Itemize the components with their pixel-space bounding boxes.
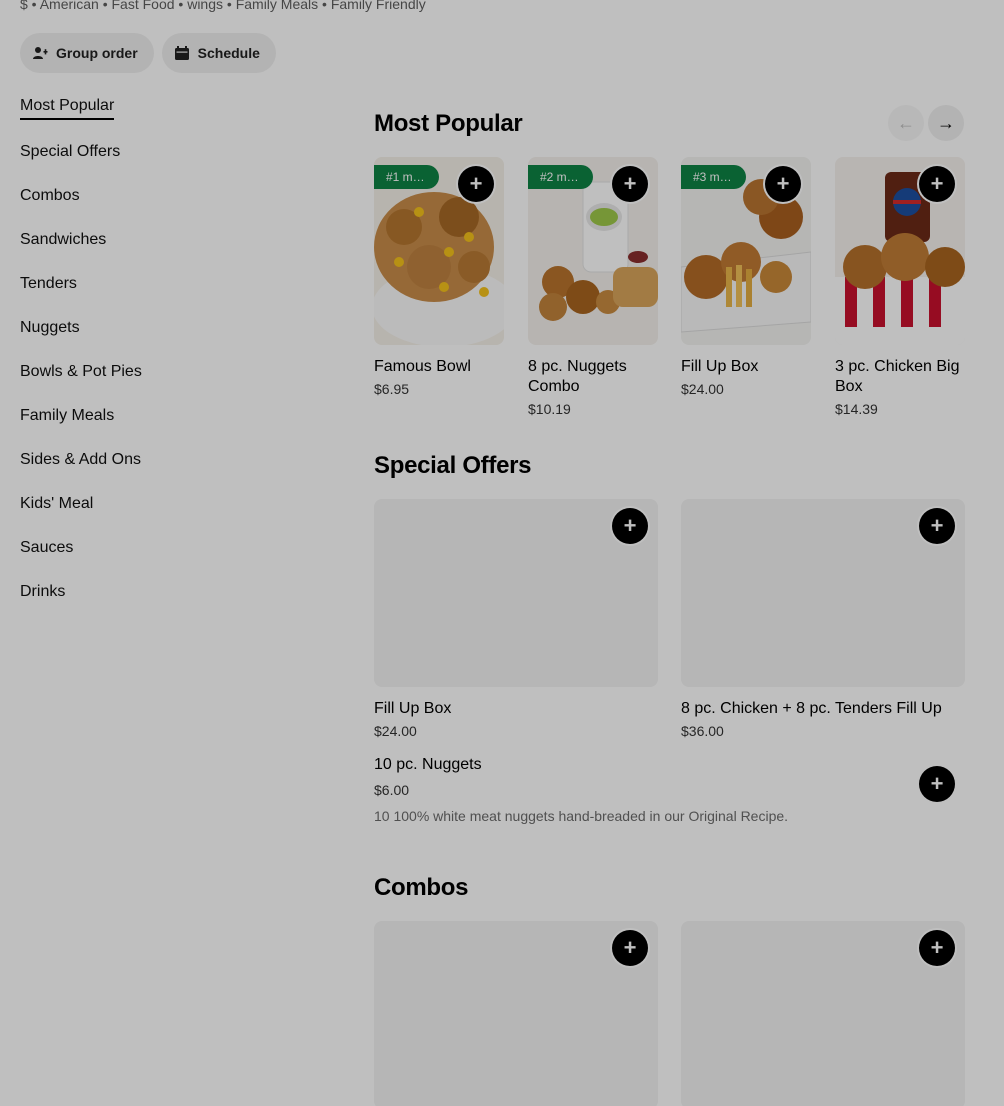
plus-icon: + xyxy=(930,771,944,796)
sidebar-item-most-popular[interactable]: Most Popular xyxy=(20,96,320,140)
item-name: Fill Up Box xyxy=(681,358,759,375)
item-name: 3 pc. Chicken Big Box xyxy=(835,358,960,395)
sidebar-item-bowls-pot-pies[interactable]: Bowls & Pot Pies xyxy=(20,362,320,406)
item-name: Famous Bowl xyxy=(374,358,471,375)
sidebar-item-label: Most Popular xyxy=(20,96,115,120)
item-name: 8 pc. Nuggets Combo xyxy=(528,358,627,395)
sidebar-item-label: Special Offers xyxy=(20,143,121,160)
item-price: $24.00 xyxy=(681,381,724,397)
item-name: Fill Up Box xyxy=(374,700,452,717)
rank-badge: #3 m… xyxy=(681,165,746,189)
item-image: + xyxy=(835,157,965,345)
plus-icon: + xyxy=(469,171,483,196)
sidebar-item-label: Combos xyxy=(20,187,80,204)
offer-item-card[interactable]: + 8 pc. Chicken + 8 pc. Tenders Fill Up … xyxy=(681,499,965,739)
plus-icon: + xyxy=(930,935,944,960)
rank-badge: #1 m… xyxy=(374,165,439,189)
popular-item-card[interactable]: + 3 pc. Chicken Big Box $14.39 xyxy=(835,157,965,417)
sidebar-item-kids-meal[interactable]: Kids' Meal xyxy=(20,494,320,538)
combo-item-card[interactable]: + xyxy=(681,921,965,1106)
sidebar-item-nuggets[interactable]: Nuggets xyxy=(20,318,320,362)
sidebar-item-label: Kids' Meal xyxy=(20,495,94,512)
sidebar-item-sandwiches[interactable]: Sandwiches xyxy=(20,230,320,274)
item-image: #3 m… + xyxy=(681,157,811,345)
item-price: $36.00 xyxy=(681,723,724,739)
sidebar-item-special-offers[interactable]: Special Offers xyxy=(20,142,320,186)
plus-icon: + xyxy=(623,935,637,960)
item-price: $6.95 xyxy=(374,381,410,397)
store-page: $ • American • Fast Food • wings • Famil… xyxy=(0,0,1004,1106)
item-image-placeholder: + xyxy=(681,921,965,1106)
sidebar-item-label: Sauces xyxy=(20,539,74,556)
sidebar-item-label: Family Meals xyxy=(20,407,115,424)
add-to-cart-button[interactable]: + xyxy=(458,166,494,202)
add-to-cart-button[interactable]: + xyxy=(919,766,955,802)
item-price: $14.39 xyxy=(835,401,878,417)
add-to-cart-button[interactable]: + xyxy=(919,930,955,966)
group-order-button[interactable]: Group order xyxy=(20,33,154,73)
section-title-special-offers: Special Offers xyxy=(374,452,532,479)
popular-item-card[interactable]: #2 m… + 8 pc. Nuggets Combo $10.19 xyxy=(528,157,658,417)
group-order-label: Group order xyxy=(56,45,138,61)
item-price: $24.00 xyxy=(374,723,417,739)
store-meta: $ • American • Fast Food • wings • Famil… xyxy=(20,0,426,12)
popular-item-card[interactable]: #1 m… + Famous Bowl $6.95 xyxy=(374,157,504,397)
schedule-button[interactable]: Schedule xyxy=(161,33,276,73)
sidebar-item-label: Drinks xyxy=(20,583,66,600)
combo-item-card[interactable]: + xyxy=(374,921,658,1106)
item-price: $10.19 xyxy=(528,401,571,417)
sidebar-item-sauces[interactable]: Sauces xyxy=(20,538,320,582)
item-price: $6.00 xyxy=(374,782,410,798)
person-add-icon xyxy=(32,45,48,61)
plus-icon: + xyxy=(930,171,944,196)
add-to-cart-button[interactable]: + xyxy=(919,508,955,544)
action-chips: Group order Schedule xyxy=(20,33,276,73)
add-to-cart-button[interactable]: + xyxy=(919,166,955,202)
item-name: 8 pc. Chicken + 8 pc. Tenders Fill Up xyxy=(681,700,942,717)
offer-item-card[interactable]: + Fill Up Box $24.00 xyxy=(374,499,658,739)
sidebar-item-combos[interactable]: Combos xyxy=(20,186,320,230)
item-name: 10 pc. Nuggets xyxy=(374,756,482,773)
popular-item-card[interactable]: #3 m… + Fill Up Box $24.00 xyxy=(681,157,811,397)
plus-icon: + xyxy=(623,171,637,196)
menu-category-nav: Most Popular Special Offers Combos Sandw… xyxy=(20,96,320,626)
item-description: 10 100% white meat nuggets hand-breaded … xyxy=(374,808,789,824)
sidebar-item-drinks[interactable]: Drinks xyxy=(20,582,320,626)
item-image-placeholder: + xyxy=(374,921,658,1106)
schedule-label: Schedule xyxy=(197,45,260,61)
rank-badge: #2 m… xyxy=(528,165,593,189)
sidebar-item-tenders[interactable]: Tenders xyxy=(20,274,320,318)
calendar-icon xyxy=(174,45,190,61)
carousel-next-button[interactable]: → xyxy=(928,105,964,141)
add-to-cart-button[interactable]: + xyxy=(612,166,648,202)
arrow-right-icon: → xyxy=(937,112,955,133)
section-title-most-popular: Most Popular xyxy=(374,110,523,137)
section-title-combos: Combos xyxy=(374,874,469,901)
sidebar-item-family-meals[interactable]: Family Meals xyxy=(20,406,320,450)
sidebar-item-label: Tenders xyxy=(20,275,77,292)
add-to-cart-button[interactable]: + xyxy=(765,166,801,202)
add-to-cart-button[interactable]: + xyxy=(612,930,648,966)
sidebar-item-sides-add-ons[interactable]: Sides & Add Ons xyxy=(20,450,320,494)
sidebar-item-label: Sandwiches xyxy=(20,231,107,248)
sidebar-item-label: Nuggets xyxy=(20,319,80,336)
item-image: #2 m… + xyxy=(528,157,658,345)
carousel-prev-button[interactable]: ← xyxy=(888,105,924,141)
sidebar-item-label: Sides & Add Ons xyxy=(20,451,141,468)
item-image-placeholder: + xyxy=(374,499,658,687)
add-to-cart-button[interactable]: + xyxy=(612,508,648,544)
arrow-left-icon: ← xyxy=(897,112,915,133)
offer-list-item[interactable]: 10 pc. Nuggets $6.00 10 100% white meat … xyxy=(374,756,964,824)
item-image: #1 m… + xyxy=(374,157,504,345)
item-image-placeholder: + xyxy=(681,499,965,687)
plus-icon: + xyxy=(776,171,790,196)
sidebar-item-label: Bowls & Pot Pies xyxy=(20,363,142,380)
plus-icon: + xyxy=(623,513,637,538)
plus-icon: + xyxy=(930,513,944,538)
